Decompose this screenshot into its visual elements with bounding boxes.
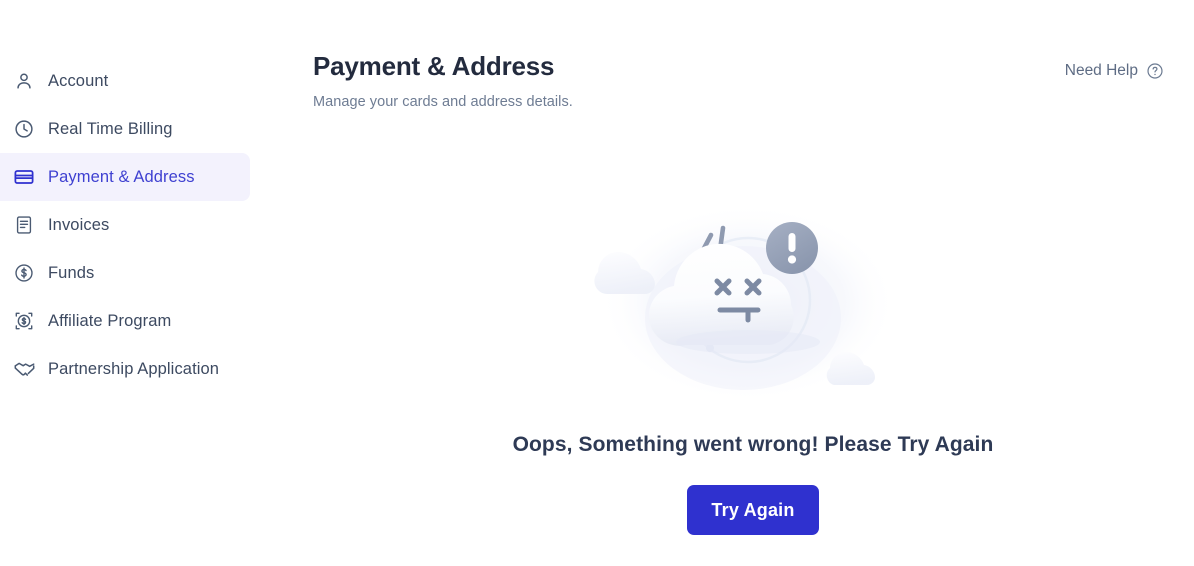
question-circle-icon xyxy=(1146,62,1164,80)
error-message: Oops, Something went wrong! Please Try A… xyxy=(512,433,994,456)
sidebar: Account Real Time Billing Payment & Addr… xyxy=(0,0,312,566)
app-root: Account Real Time Billing Payment & Addr… xyxy=(0,0,1194,566)
page-header: Payment & Address Manage your cards and … xyxy=(312,52,1194,110)
sidebar-item-invoices[interactable]: Invoices xyxy=(0,201,250,249)
main-content: Payment & Address Manage your cards and … xyxy=(312,0,1194,566)
try-again-button[interactable]: Try Again xyxy=(687,485,819,535)
sad-cloud-error-illustration xyxy=(594,203,898,403)
handshake-icon xyxy=(12,357,36,381)
sidebar-item-partnership-application[interactable]: Partnership Application xyxy=(0,345,250,393)
credit-card-icon xyxy=(12,165,36,189)
need-help-link[interactable]: Need Help xyxy=(1065,62,1164,80)
page-subtitle: Manage your cards and address details. xyxy=(313,93,573,110)
affiliate-dollar-icon xyxy=(12,309,36,333)
sidebar-item-label: Invoices xyxy=(48,215,110,234)
sidebar-item-label: Payment & Address xyxy=(48,167,195,186)
sidebar-item-real-time-billing[interactable]: Real Time Billing xyxy=(0,105,250,153)
user-icon xyxy=(12,69,36,93)
clock-icon xyxy=(12,117,36,141)
invoice-icon xyxy=(12,213,36,237)
need-help-label: Need Help xyxy=(1064,62,1138,79)
sidebar-item-label: Affiliate Program xyxy=(48,311,172,330)
sidebar-item-label: Real Time Billing xyxy=(48,119,173,138)
sidebar-item-label: Account xyxy=(48,71,109,90)
sidebar-item-label: Partnership Application xyxy=(48,359,220,378)
error-state: Oops, Something went wrong! Please Try A… xyxy=(312,200,1194,535)
sidebar-item-label: Funds xyxy=(48,263,95,282)
sidebar-item-payment-address[interactable]: Payment & Address xyxy=(0,153,250,201)
sidebar-item-account[interactable]: Account xyxy=(0,57,250,105)
sidebar-item-funds[interactable]: Funds xyxy=(0,249,250,297)
sidebar-item-affiliate-program[interactable]: Affiliate Program xyxy=(0,297,250,345)
page-title: Payment & Address xyxy=(313,51,555,81)
dollar-circle-icon xyxy=(12,261,36,285)
